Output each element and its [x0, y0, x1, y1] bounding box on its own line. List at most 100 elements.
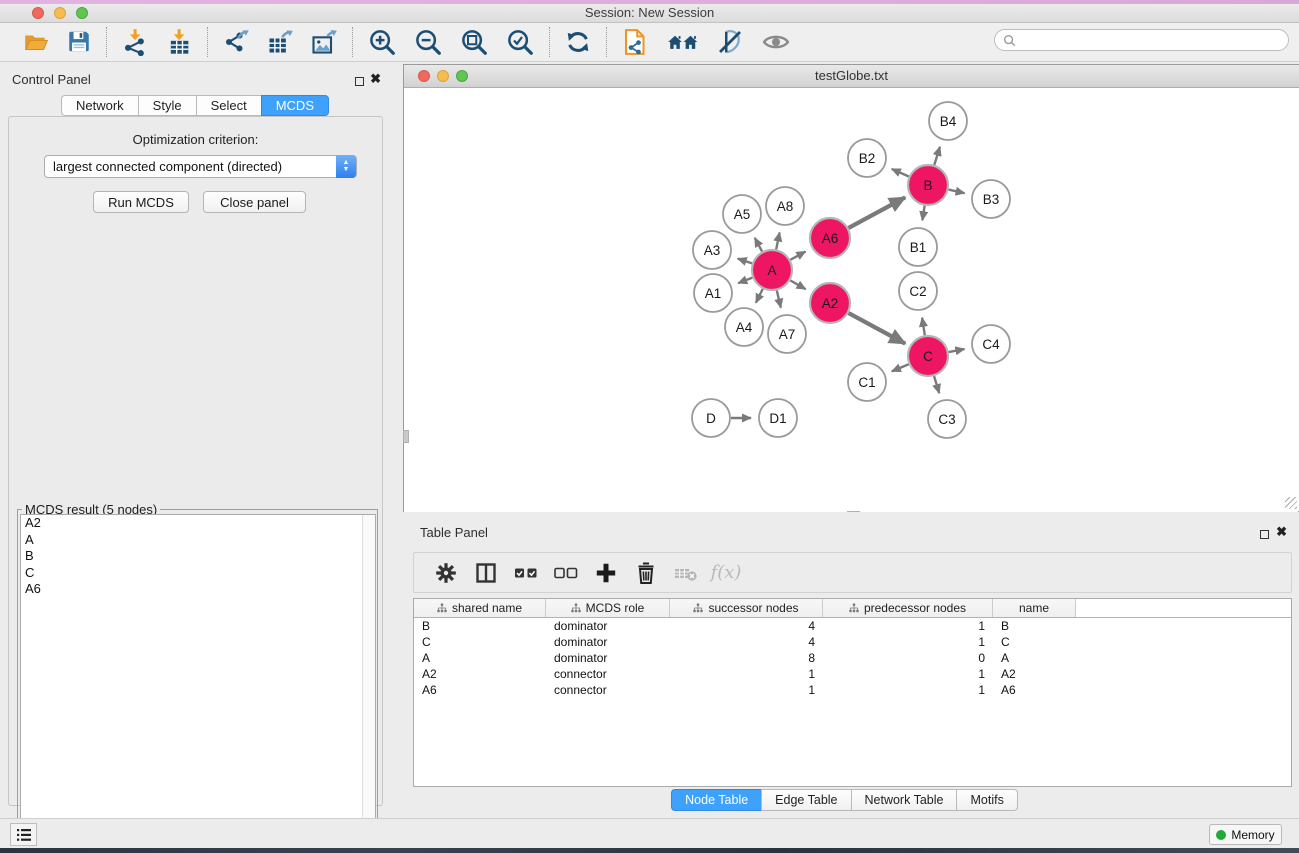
cell-successor-nodes[interactable]: 8	[670, 650, 823, 666]
close-window-button[interactable]	[32, 7, 44, 19]
home-button[interactable]	[659, 25, 707, 59]
node-A8[interactable]: A8	[766, 187, 804, 225]
edge-A-A3[interactable]	[738, 259, 752, 264]
cell-name[interactable]: C	[993, 634, 1076, 650]
edge-B-B2[interactable]	[892, 169, 909, 177]
node-A4[interactable]: A4	[725, 308, 763, 346]
close-panel-button-mcds[interactable]: Close panel	[203, 191, 306, 213]
edge-A-A4[interactable]	[756, 289, 763, 303]
tab-network[interactable]: Network	[61, 95, 138, 116]
edge-C-C3[interactable]	[934, 376, 939, 393]
network-minimize-button[interactable]	[437, 70, 449, 82]
cell-shared-name[interactable]: A2	[414, 666, 546, 682]
network-window-titlebar[interactable]: testGlobe.txt	[404, 65, 1299, 88]
tab-style[interactable]: Style	[138, 95, 196, 116]
mcds-result-item[interactable]: A	[21, 532, 375, 549]
cell-shared-name[interactable]: C	[414, 634, 546, 650]
mcds-result-item[interactable]: A6	[21, 581, 375, 598]
node-A2[interactable]: A2	[810, 283, 850, 323]
minimize-window-button[interactable]	[54, 7, 66, 19]
hide-graphics-details-button[interactable]	[707, 25, 753, 59]
cell-predecessor-nodes[interactable]: 1	[823, 666, 993, 682]
cell-successor-nodes[interactable]: 1	[670, 666, 823, 682]
delete-row-button[interactable]	[626, 556, 666, 590]
cell-predecessor-nodes[interactable]: 0	[823, 650, 993, 666]
delete-table-button[interactable]	[666, 556, 706, 590]
network-zoom-button[interactable]	[456, 70, 468, 82]
node-C2[interactable]: C2	[899, 272, 937, 310]
edge-C-C1[interactable]	[892, 364, 909, 371]
column-header-predecessor-nodes[interactable]: predecessor nodes	[823, 599, 993, 617]
cell-name[interactable]: B	[993, 618, 1076, 634]
zoom-out-button[interactable]	[405, 25, 451, 59]
tab-edge-table[interactable]: Edge Table	[761, 789, 850, 811]
tab-network-table[interactable]: Network Table	[851, 789, 957, 811]
table-row[interactable]: Adominator80A	[414, 650, 1291, 666]
float-panel-button[interactable]	[355, 73, 364, 91]
task-history-button[interactable]	[10, 823, 37, 846]
select-all-rows-button[interactable]	[506, 556, 546, 590]
cell-MCDS-role[interactable]: connector	[546, 666, 670, 682]
edge-C-C2[interactable]	[922, 318, 925, 336]
edge-A-A7[interactable]	[777, 290, 781, 307]
mcds-result-item[interactable]: C	[21, 565, 375, 582]
cell-MCDS-role[interactable]: connector	[546, 682, 670, 698]
cell-successor-nodes[interactable]: 4	[670, 634, 823, 650]
cell-MCDS-role[interactable]: dominator	[546, 634, 670, 650]
deselect-all-rows-button[interactable]	[546, 556, 586, 590]
export-network-button[interactable]	[214, 25, 258, 59]
show-graphics-details-button[interactable]	[753, 25, 799, 59]
node-D[interactable]: D	[692, 399, 730, 437]
zoom-fit-button[interactable]	[451, 25, 497, 59]
node-A5[interactable]: A5	[723, 195, 761, 233]
node-A7[interactable]: A7	[768, 315, 806, 353]
run-mcds-button[interactable]: Run MCDS	[93, 191, 189, 213]
edge-A-A8[interactable]	[776, 232, 779, 249]
node-B3[interactable]: B3	[972, 180, 1010, 218]
table-float-panel-button[interactable]	[1260, 526, 1269, 544]
network-document-button[interactable]	[613, 25, 659, 59]
edge-A6-B[interactable]	[848, 197, 905, 228]
cell-successor-nodes[interactable]: 1	[670, 682, 823, 698]
import-table-button[interactable]	[157, 25, 201, 59]
table-row[interactable]: Cdominator41C	[414, 634, 1291, 650]
search-input[interactable]	[994, 29, 1289, 51]
edge-A-A1[interactable]	[738, 278, 752, 284]
window-resize-grip[interactable]	[1285, 497, 1297, 509]
export-image-button[interactable]	[302, 25, 346, 59]
node-A6[interactable]: A6	[810, 218, 850, 258]
cell-predecessor-nodes[interactable]: 1	[823, 618, 993, 634]
table-settings-button[interactable]	[426, 556, 466, 590]
function-builder-button[interactable]: f(x)	[706, 556, 746, 590]
zoom-window-button[interactable]	[76, 7, 88, 19]
cell-name[interactable]: A2	[993, 666, 1076, 682]
edge-A-A2[interactable]	[790, 280, 805, 289]
node-C[interactable]: C	[908, 336, 948, 376]
mcds-result-item[interactable]: A2	[21, 515, 375, 532]
tab-select[interactable]: Select	[196, 95, 261, 116]
table-row[interactable]: A2connector11A2	[414, 666, 1291, 682]
edge-A-A5[interactable]	[755, 238, 762, 252]
add-row-button[interactable]	[586, 556, 626, 590]
tab-node-table[interactable]: Node Table	[671, 789, 761, 811]
cell-predecessor-nodes[interactable]: 1	[823, 682, 993, 698]
open-file-button[interactable]	[14, 25, 58, 59]
node-A3[interactable]: A3	[693, 231, 731, 269]
cell-predecessor-nodes[interactable]: 1	[823, 634, 993, 650]
node-C3[interactable]: C3	[928, 400, 966, 438]
save-session-button[interactable]	[58, 25, 100, 59]
table-close-panel-button[interactable]: ✖	[1276, 527, 1287, 536]
cell-name[interactable]: A6	[993, 682, 1076, 698]
tab-mcds[interactable]: MCDS	[261, 95, 329, 116]
mcds-result-item[interactable]: B	[21, 548, 375, 565]
show-columns-button[interactable]	[466, 556, 506, 590]
split-divider-handle-vertical[interactable]	[403, 430, 409, 443]
cell-shared-name[interactable]: A	[414, 650, 546, 666]
node-B4[interactable]: B4	[929, 102, 967, 140]
cell-name[interactable]: A	[993, 650, 1076, 666]
column-header-MCDS-role[interactable]: MCDS role	[546, 599, 670, 617]
cell-successor-nodes[interactable]: 4	[670, 618, 823, 634]
zoom-in-button[interactable]	[359, 25, 405, 59]
edge-B-B4[interactable]	[934, 147, 940, 165]
network-canvas[interactable]: AA1A2A3A4A5A6A7A8BB1B2B3B4CC1C2C3C4DD1	[404, 88, 1298, 512]
